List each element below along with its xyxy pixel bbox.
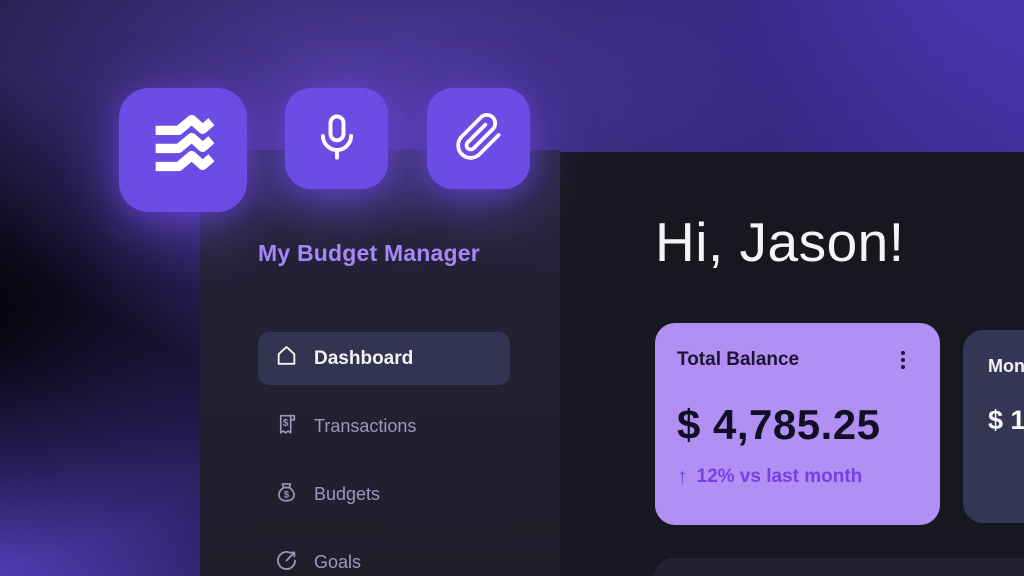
kebab-menu-icon[interactable] <box>888 347 918 376</box>
attachment-button[interactable] <box>427 88 530 189</box>
sidebar-item-label: Goals <box>314 552 361 573</box>
waves-logo-icon <box>147 114 219 187</box>
total-balance-title: Total Balance <box>677 349 799 371</box>
total-balance-amount: $ 4,785.25 <box>677 401 918 449</box>
bottom-section-partial <box>654 558 1024 576</box>
monthly-card-partial: Mon $ 1 <box>963 330 1024 523</box>
sidebar-item-label: Budgets <box>314 484 380 505</box>
paperclip-icon <box>454 112 504 165</box>
waves-logo-button[interactable] <box>119 88 247 212</box>
microphone-icon <box>311 111 363 166</box>
sidebar-item-label: Dashboard <box>314 348 413 370</box>
sidebar-nav: Dashboard $ Transactions $ <box>258 332 510 576</box>
greeting-heading: Hi, Jason! <box>655 210 905 274</box>
home-icon <box>274 343 299 374</box>
balance-delta-text: 12% vs last month <box>697 466 863 488</box>
balance-delta: ↑ 12% vs last month <box>677 465 918 489</box>
microphone-button[interactable] <box>285 88 388 189</box>
total-balance-card: Total Balance $ 4,785.25 ↑ 12% vs last m… <box>655 323 940 525</box>
sidebar-item-label: Transactions <box>314 416 416 437</box>
sidebar-item-transactions[interactable]: $ Transactions <box>258 400 510 453</box>
svg-text:$: $ <box>283 418 289 429</box>
main-content: Hi, Jason! Total Balance $ 4,785.25 ↑ 12… <box>560 152 1024 576</box>
goal-target-icon <box>274 548 299 576</box>
arrow-up-icon: ↑ <box>677 465 688 489</box>
monthly-card-amount: $ 1 <box>988 405 1024 436</box>
sidebar: My Budget Manager Dashboard $ <box>200 150 560 576</box>
receipt-icon: $ <box>274 412 299 442</box>
monthly-card-title: Mon <box>988 356 1024 377</box>
svg-text:$: $ <box>284 489 290 499</box>
money-bag-icon: $ <box>274 480 299 510</box>
sidebar-item-budgets[interactable]: $ Budgets <box>258 468 510 521</box>
app-title: My Budget Manager <box>258 240 480 267</box>
sidebar-item-dashboard[interactable]: Dashboard <box>258 332 510 385</box>
sidebar-item-goals[interactable]: Goals <box>258 536 510 576</box>
app-viewport: My Budget Manager Dashboard $ <box>0 0 1024 576</box>
